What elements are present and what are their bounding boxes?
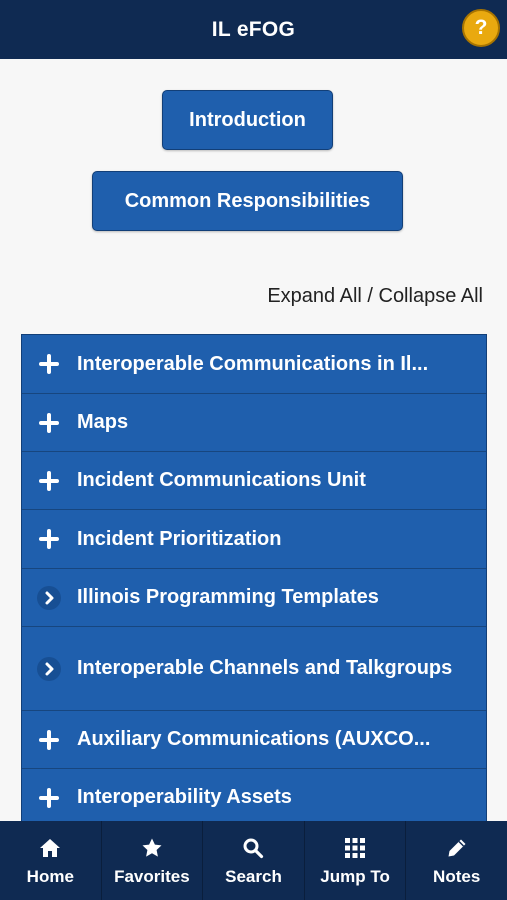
section-item[interactable]: Interoperable Communications in Il... [22,335,486,394]
tab-jump-to[interactable]: Jump To [303,821,406,900]
tab-label: Jump To [320,866,390,886]
tab-home[interactable]: Home [0,821,101,900]
question-icon: ? [474,16,488,39]
tab-search[interactable]: Search [202,821,304,900]
tab-label: Search [225,866,282,886]
bottom-tab-bar: Home Favorites Search Jump To Notes [0,821,507,900]
tab-favorites[interactable]: Favorites [100,821,203,900]
section-item[interactable]: Interoperability Assets [22,769,486,823]
app-header: IL eFOG ? [0,0,507,59]
help-button[interactable]: ? [462,9,500,47]
home-icon [39,835,61,861]
section-label: Incident Communications Unit [77,469,366,491]
section-item[interactable]: Incident Prioritization [22,510,486,569]
section-item[interactable]: Auxiliary Communications (AUXCO... [22,711,486,769]
tab-notes[interactable]: Notes [405,821,507,900]
section-label: Auxiliary Communications (AUXCO... [77,728,431,750]
common-responsibilities-button[interactable]: Common Responsibilities [92,171,403,231]
app-title: IL eFOG [211,17,296,41]
introduction-button[interactable]: Introduction [162,90,333,150]
tab-label: Favorites [114,866,190,886]
plus-icon [37,352,61,376]
section-label: Maps [77,411,129,433]
section-item[interactable]: Maps [22,394,486,452]
section-label: Illinois Programming Templates [77,586,379,608]
plus-icon [37,786,61,810]
section-label: Incident Prioritization [77,527,282,550]
chevron-right-icon [37,585,61,610]
search-icon [242,835,264,861]
grid-icon [344,835,366,861]
section-item[interactable]: Illinois Programming Templates [22,569,486,627]
plus-icon [37,411,61,435]
section-label: Interoperable Communications in Il... [77,352,429,375]
expand-collapse-all-link[interactable]: Expand All / Collapse All [267,285,483,308]
plus-icon [37,469,61,493]
section-label: Interoperability Assets [77,786,292,808]
tab-label: Home [26,866,74,886]
star-icon [141,835,163,861]
section-list: Interoperable Communications in Il... Ma… [21,334,487,824]
section-item[interactable]: Interoperable Channels and Talkgroups [22,627,486,711]
section-label: Interoperable Channels and Talkgroups [77,657,453,679]
pencil-icon [446,835,468,861]
section-item[interactable]: Incident Communications Unit [22,452,486,510]
tab-label: Notes [433,866,481,886]
plus-icon [37,527,61,551]
plus-icon [37,728,61,752]
chevron-right-icon [37,656,61,681]
